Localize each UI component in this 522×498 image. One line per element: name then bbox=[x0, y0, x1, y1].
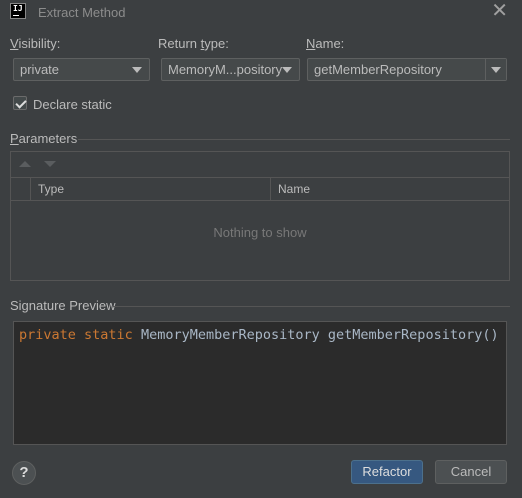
app-icon-text: IJ bbox=[13, 4, 23, 13]
signature-text: MemoryMemberRepository getMemberReposito… bbox=[140, 327, 499, 343]
chevron-down-icon bbox=[282, 67, 292, 73]
refactor-button[interactable]: Refactor bbox=[351, 460, 423, 484]
parameters-title: Parameters bbox=[10, 131, 78, 146]
keyword-static: static bbox=[84, 327, 133, 343]
title-bar: IJ Extract Method ✕ bbox=[0, 0, 522, 26]
help-button[interactable]: ? bbox=[12, 461, 36, 485]
return-type-value: MemoryM...pository bbox=[168, 62, 283, 77]
name-label: Name: bbox=[306, 36, 345, 51]
empty-table-text: Nothing to show bbox=[213, 225, 307, 240]
cancel-button[interactable]: Cancel bbox=[435, 460, 507, 484]
table-body: Nothing to show bbox=[11, 201, 509, 280]
move-down-icon[interactable] bbox=[44, 161, 56, 167]
chevron-down-icon bbox=[132, 67, 142, 73]
column-separator bbox=[30, 178, 31, 200]
window-title: Extract Method bbox=[38, 5, 126, 20]
return-type-select[interactable]: MemoryM...pository bbox=[161, 58, 300, 81]
signature-preview-editor[interactable]: private static MemoryMemberRepository ge… bbox=[13, 321, 507, 445]
visibility-label: Visibility: bbox=[10, 36, 61, 51]
return-type-label: Return type: bbox=[158, 36, 229, 51]
move-up-icon[interactable] bbox=[19, 161, 31, 167]
declare-static-checkbox[interactable] bbox=[13, 96, 27, 110]
visibility-value: private bbox=[20, 62, 60, 77]
name-value: getMemberRepository bbox=[314, 62, 442, 77]
column-header-type[interactable]: Type bbox=[38, 182, 64, 196]
name-combo-input[interactable]: getMemberRepository bbox=[307, 58, 507, 81]
chevron-down-icon bbox=[491, 67, 501, 73]
visibility-select[interactable]: private bbox=[13, 58, 150, 81]
keyword-private: private bbox=[19, 327, 76, 343]
declare-static-label[interactable]: Declare static bbox=[33, 97, 112, 112]
parameters-table: Type Name Nothing to show bbox=[10, 151, 510, 281]
column-separator bbox=[270, 178, 271, 200]
close-icon[interactable]: ✕ bbox=[491, 1, 508, 21]
name-dropdown-button[interactable] bbox=[485, 59, 506, 80]
table-header: Type Name bbox=[11, 177, 509, 201]
signature-divider bbox=[113, 306, 510, 307]
column-header-name[interactable]: Name bbox=[278, 182, 310, 196]
intellij-app-icon: IJ bbox=[10, 3, 26, 19]
parameters-divider bbox=[78, 139, 510, 140]
signature-preview-title: Signature Preview bbox=[10, 298, 116, 313]
